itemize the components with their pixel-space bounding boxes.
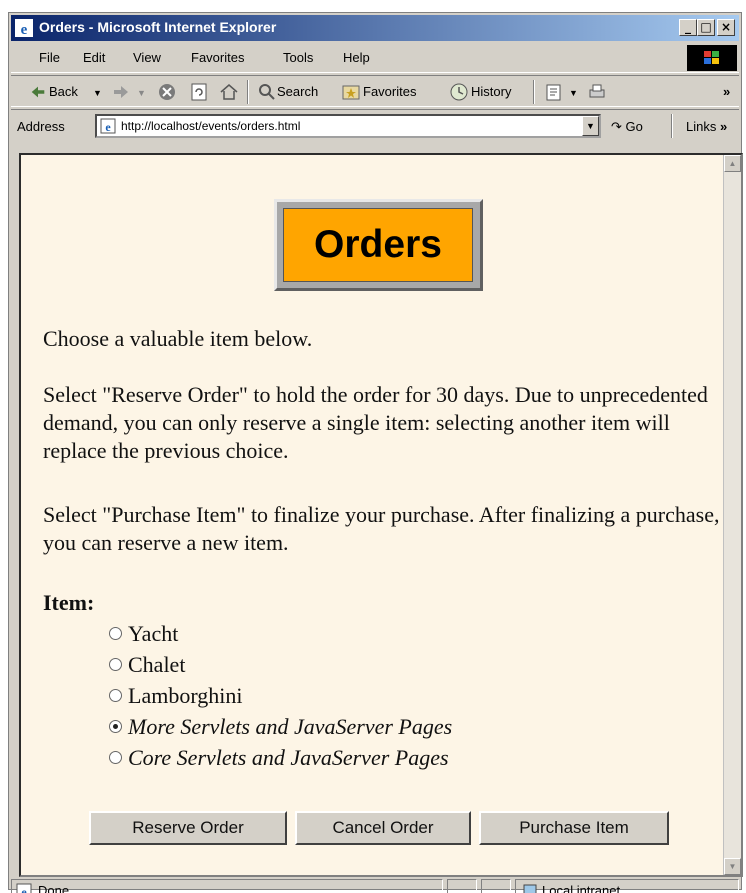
links-button[interactable]: Links »: [686, 119, 727, 134]
toolbar-separator: [533, 80, 535, 104]
ie-icon: e: [15, 19, 33, 37]
favorites-icon: [342, 85, 360, 100]
back-button[interactable]: Back: [49, 84, 78, 99]
item-option-more-servlets[interactable]: More Servlets and JavaServer Pages: [109, 714, 452, 740]
intro-text: Choose a valuable item below.: [43, 326, 313, 351]
reserve-order-button[interactable]: Reserve Order: [89, 811, 287, 845]
window-title: Orders - Microsoft Internet Explorer: [39, 19, 277, 35]
mail-dropdown-icon[interactable]: ▼: [569, 88, 578, 98]
item-label: Item:: [43, 590, 95, 615]
item-option-lamborghini[interactable]: Lamborghini: [109, 683, 242, 709]
page-heading: Orders: [283, 208, 473, 282]
item-more-servlets-label: More Servlets and JavaServer Pages: [128, 714, 453, 739]
page-viewport: Orders Choose a valuable item below. Sel…: [19, 153, 743, 877]
item-core-servlets-label: Core Servlets and JavaServer Pages: [128, 745, 449, 770]
menu-favorites[interactable]: Favorites: [191, 50, 244, 65]
page-done-icon: e: [16, 883, 32, 893]
status-cell-empty: [447, 879, 477, 893]
item-chalet-label: Chalet: [128, 652, 186, 677]
status-main: e Done: [11, 879, 443, 893]
address-input[interactable]: e http://localhost/events/orders.html ▼: [95, 114, 601, 138]
address-bar: Address e http://localhost/events/orders…: [11, 109, 739, 141]
menu-view[interactable]: View: [133, 50, 161, 65]
radio-core-servlets[interactable]: [109, 751, 122, 765]
item-option-chalet[interactable]: Chalet: [109, 652, 185, 678]
item-lamborghini-label: Lamborghini: [128, 683, 243, 708]
refresh-icon[interactable]: [189, 82, 209, 102]
stop-icon[interactable]: [157, 82, 177, 102]
intranet-icon: [523, 884, 537, 893]
menu-file[interactable]: File: [39, 50, 60, 65]
reserve-info-text: Select "Reserve Order" to hold the order…: [43, 382, 708, 463]
print-icon[interactable]: [587, 82, 607, 102]
history-icon: [450, 83, 468, 101]
menu-bar: File Edit View Favorites Tools Help: [11, 43, 739, 73]
radio-lamborghini[interactable]: [109, 689, 122, 703]
page-ie-icon: e: [100, 118, 116, 134]
scroll-down-icon[interactable]: ▼: [724, 858, 741, 875]
favorites-button[interactable]: Favorites: [363, 84, 416, 99]
zone-text: Local intranet: [542, 883, 621, 893]
back-arrow-icon: [31, 86, 45, 98]
go-button[interactable]: ↷ Go: [611, 119, 643, 135]
browser-window: e Orders - Microsoft Internet Explorer _…: [8, 12, 743, 893]
toolbar-separator: [247, 80, 249, 104]
search-icon: [259, 84, 275, 100]
go-arrow-icon: ↷: [611, 119, 622, 134]
status-cell-empty: [481, 879, 511, 893]
purchase-info-text: Select "Purchase Item" to finalize your …: [43, 502, 720, 555]
item-option-yacht[interactable]: Yacht: [109, 621, 178, 647]
address-separator: [671, 114, 673, 138]
home-icon[interactable]: [219, 82, 239, 102]
maximize-button[interactable]: □: [697, 19, 715, 36]
radio-yacht[interactable]: [109, 627, 122, 641]
forward-dropdown-icon[interactable]: ▼: [137, 88, 146, 98]
orders-banner: Orders: [274, 199, 483, 291]
windows-logo: [687, 45, 737, 71]
history-button[interactable]: History: [471, 84, 511, 99]
title-bar: e Orders - Microsoft Internet Explorer _…: [11, 15, 739, 41]
status-text: Done: [38, 883, 70, 893]
svg-text:e: e: [105, 120, 111, 134]
radio-more-servlets[interactable]: [109, 720, 122, 734]
svg-text:e: e: [21, 22, 28, 37]
scroll-up-icon[interactable]: ▲: [724, 155, 741, 172]
links-more-icon: »: [719, 119, 728, 134]
status-zone: Local intranet: [515, 879, 739, 893]
svg-text:e: e: [21, 885, 27, 893]
go-label: Go: [625, 119, 643, 134]
links-label: Links: [686, 119, 717, 134]
toolbar-more-icon[interactable]: »: [723, 84, 730, 99]
forward-arrow-icon[interactable]: [111, 82, 131, 102]
address-label: Address: [17, 119, 65, 134]
menu-edit[interactable]: Edit: [83, 50, 105, 65]
minimize-button[interactable]: _: [679, 19, 697, 36]
windows-flag-icon: [704, 51, 719, 64]
item-option-core-servlets[interactable]: Core Servlets and JavaServer Pages: [109, 745, 449, 771]
status-bar: e Done Local intranet: [11, 879, 739, 893]
vertical-scrollbar[interactable]: ▲ ▼: [723, 155, 741, 875]
item-yacht-label: Yacht: [128, 621, 179, 646]
cancel-order-button[interactable]: Cancel Order: [295, 811, 471, 845]
purchase-item-button[interactable]: Purchase Item: [479, 811, 669, 845]
back-dropdown-icon[interactable]: ▼: [93, 88, 102, 98]
radio-chalet[interactable]: [109, 658, 122, 672]
address-url: http://localhost/events/orders.html: [121, 119, 301, 133]
mail-icon[interactable]: [545, 82, 565, 102]
menu-tools[interactable]: Tools: [283, 50, 313, 65]
toolbar: Back ▼ ▼ Search Favorites History ▼ »: [11, 75, 739, 107]
address-dropdown-icon[interactable]: ▼: [582, 116, 599, 136]
menu-help[interactable]: Help: [343, 50, 370, 65]
search-button[interactable]: Search: [277, 84, 318, 99]
close-button[interactable]: ×: [717, 19, 735, 36]
